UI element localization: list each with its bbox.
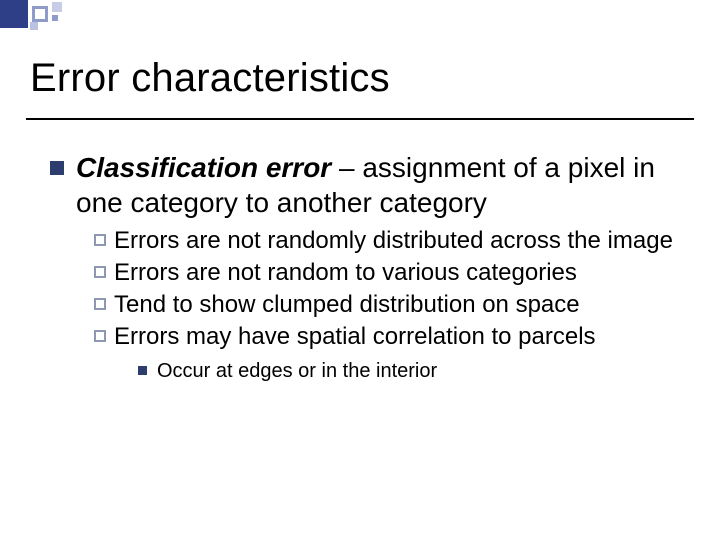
list-item-text: Occur at edges or in the interior	[157, 358, 437, 384]
corner-decoration	[0, 0, 160, 30]
deco-square	[52, 2, 62, 12]
bullet-square-icon	[138, 366, 147, 375]
list-item: Occur at edges or in the interior	[138, 358, 680, 384]
bullet-hollow-square-icon	[94, 266, 106, 278]
list-item-text: Classification error – assignment of a p…	[76, 150, 680, 220]
title-underline	[26, 118, 694, 120]
deco-square	[0, 0, 28, 28]
deco-square	[30, 22, 38, 30]
list-item-text: Tend to show clumped distribution on spa…	[114, 290, 580, 320]
list-item: Errors are not randomly distributed acro…	[94, 226, 680, 256]
term-emphasis: Classification error	[76, 152, 331, 183]
list-item: Errors are not random to various categor…	[94, 258, 680, 288]
list-item-text: Errors are not random to various categor…	[114, 258, 577, 288]
slide-body: Classification error – assignment of a p…	[50, 150, 680, 384]
bullet-hollow-square-icon	[94, 330, 106, 342]
bullet-square-icon	[50, 161, 64, 175]
list-item: Errors may have spatial correlation to p…	[94, 322, 680, 352]
list-item: Classification error – assignment of a p…	[50, 150, 680, 220]
bullet-hollow-square-icon	[94, 298, 106, 310]
sub-list: Errors are not randomly distributed acro…	[94, 226, 680, 384]
list-item: Tend to show clumped distribution on spa…	[94, 290, 680, 320]
deco-square	[52, 15, 58, 21]
list-item-text: Errors are not randomly distributed acro…	[114, 226, 673, 256]
slide-title: Error characteristics	[30, 56, 390, 101]
deco-square	[32, 6, 48, 22]
list-item-text: Errors may have spatial correlation to p…	[114, 322, 596, 352]
bullet-hollow-square-icon	[94, 234, 106, 246]
subsub-list: Occur at edges or in the interior	[138, 358, 680, 384]
slide: Error characteristics Classification err…	[0, 0, 720, 540]
